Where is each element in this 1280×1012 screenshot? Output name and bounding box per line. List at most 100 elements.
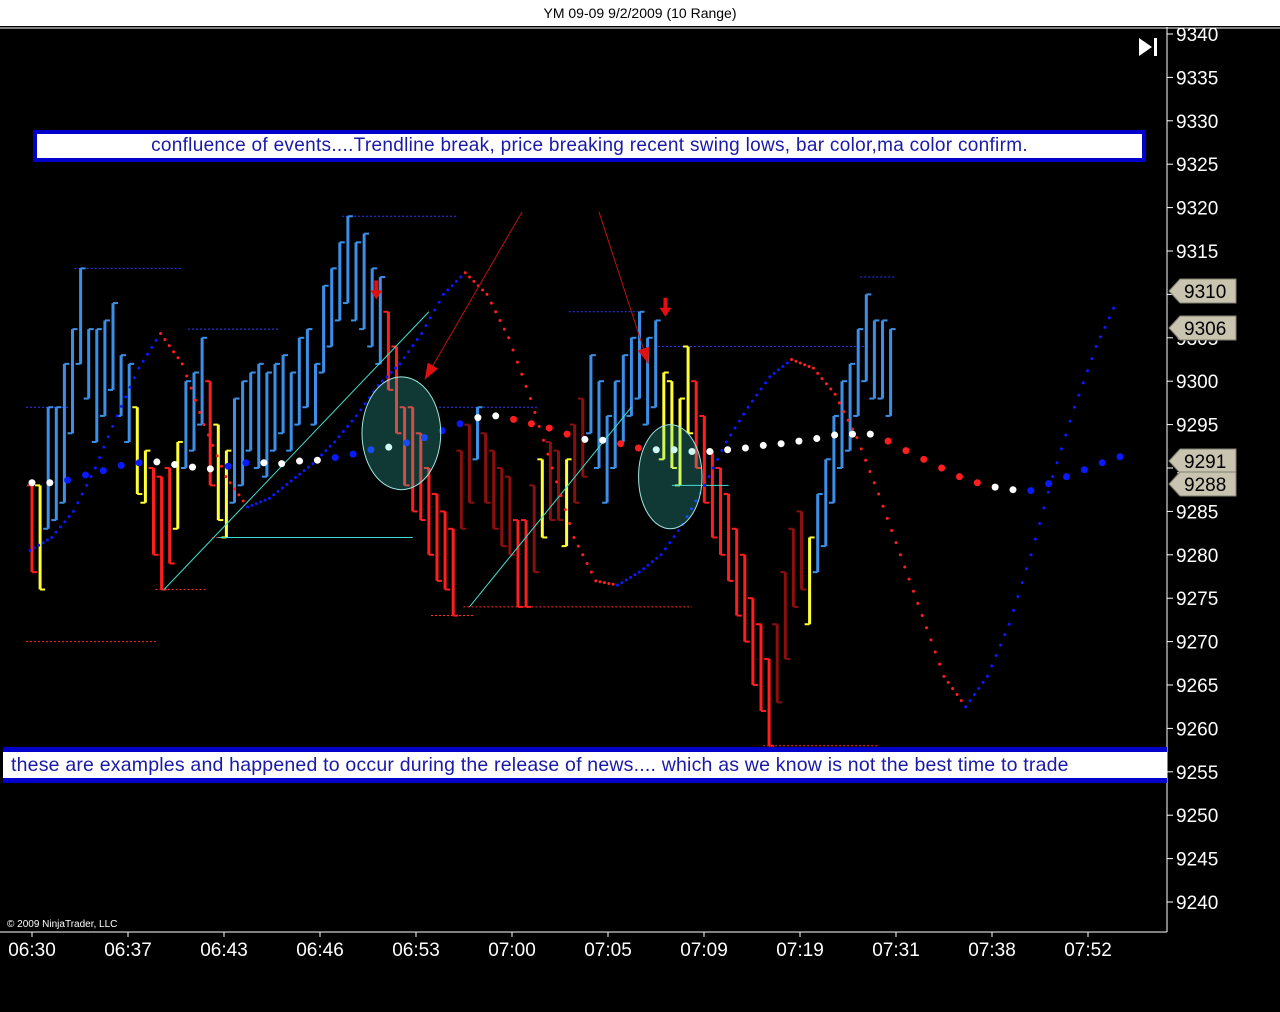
fast-ma-point [968,699,972,703]
fast-ma-point [189,386,193,390]
y-tick-label: 9320 [1176,199,1218,220]
fast-ma-point [328,444,332,448]
fast-ma-point [341,430,345,434]
fast-ma-point [141,359,145,363]
fast-ma-point [798,361,802,365]
fast-ma-point [219,464,223,468]
fast-ma-point [1086,369,1090,373]
fast-ma-point [703,483,707,487]
fast-ma-point [668,541,672,545]
fast-ma-point [602,581,606,585]
fast-ma-point [206,433,210,437]
fast-ma-point [885,516,889,520]
fast-ma-point [459,275,463,279]
fast-ma-point [250,503,254,507]
annotation-bottom[interactable]: these are examples and happened to occur… [3,747,1167,783]
slow-ma-point [171,461,179,469]
y-tick-label: 9240 [1176,893,1218,914]
slow-ma-point [599,436,607,444]
fast-ma-point [907,577,911,581]
fast-ma-point [1051,475,1055,479]
x-tick-label: 07:05 [584,940,632,961]
fast-ma-point [41,541,45,545]
fast-ma-point [572,535,576,539]
fast-ma-point [842,410,846,414]
y-tick-label: 9315 [1176,242,1218,263]
fast-ma-point [167,344,171,348]
fast-ma-point [855,436,859,440]
fast-ma-point [672,535,676,539]
fast-ma-point [193,398,197,402]
fast-ma-point [707,475,711,479]
fast-ma-point [528,397,532,401]
price-marker-tag: 9306 [1168,315,1237,341]
fast-ma-point [1077,393,1081,397]
fast-ma-point [132,376,136,380]
slow-ma-point [1098,459,1106,467]
fast-ma-point [85,483,89,487]
y-tick-label: 9250 [1176,806,1218,827]
fast-ma-point [711,466,715,470]
fast-ma-point [1099,335,1103,339]
fast-ma-point [89,475,93,479]
fast-ma-point [581,553,585,557]
fast-ma-point [929,638,933,642]
fast-ma-point [646,563,650,567]
slow-ma-point [777,440,785,448]
fast-ma-point [755,393,759,397]
slow-ma-point [813,434,821,442]
fast-ma-point [1042,506,1046,510]
fast-ma-point [446,288,450,292]
slow-ma-point [634,444,642,452]
fast-ma-point [816,371,820,375]
fast-ma-point [507,336,511,340]
slow-ma-point [527,420,535,428]
slow-ma-point [955,473,963,481]
fast-ma-point [629,575,633,579]
fast-ma-point [402,356,406,360]
fast-ma-point [977,686,981,690]
price-marker-label: 9288 [1184,475,1226,496]
fast-ma-point [859,447,863,451]
slow-ma-point [795,437,803,445]
fast-ma-point [1012,608,1016,612]
slow-ma-point [545,424,553,432]
fast-ma-point [411,344,415,348]
fast-ma-point [576,544,580,548]
fast-ma-point [450,284,454,288]
slow-ma-point [456,420,464,428]
fast-ma-point [237,493,241,497]
y-tick-label: 9260 [1176,719,1218,740]
fast-ma-point [820,377,824,381]
fast-ma-point [524,384,528,388]
fast-ma-point [302,469,306,473]
x-tick-label: 07:31 [872,940,920,961]
fast-ma-point [106,435,110,439]
fast-ma-point [137,366,141,370]
skip-to-end-icon[interactable] [1136,34,1162,60]
slow-ma-point [563,430,571,438]
fast-ma-point [955,693,959,697]
fast-ma-point [202,423,206,427]
annotation-top[interactable]: confluence of events....Trendline break,… [33,130,1146,162]
fast-ma-point [111,424,115,428]
fast-ma-point [959,699,963,703]
fast-ma-point [785,361,789,365]
fast-ma-point [637,570,641,574]
fast-ma-point [102,445,106,449]
slow-ma-point [242,459,250,467]
fast-ma-point [794,359,798,363]
fast-ma-point [724,440,728,444]
fast-ma-point [1112,306,1116,310]
fast-ma-point [772,371,776,375]
x-tick-label: 07:19 [776,940,824,961]
fast-ma-point [333,440,337,444]
fast-ma-point [733,426,737,430]
slow-ma-point [938,464,946,472]
price-marker-tag: 9310 [1168,278,1237,304]
x-tick-label: 07:00 [488,940,536,961]
fast-ma-point [346,424,350,428]
slow-ma-point [99,467,107,475]
fast-ma-point [916,601,920,605]
slow-ma-point [831,431,839,439]
